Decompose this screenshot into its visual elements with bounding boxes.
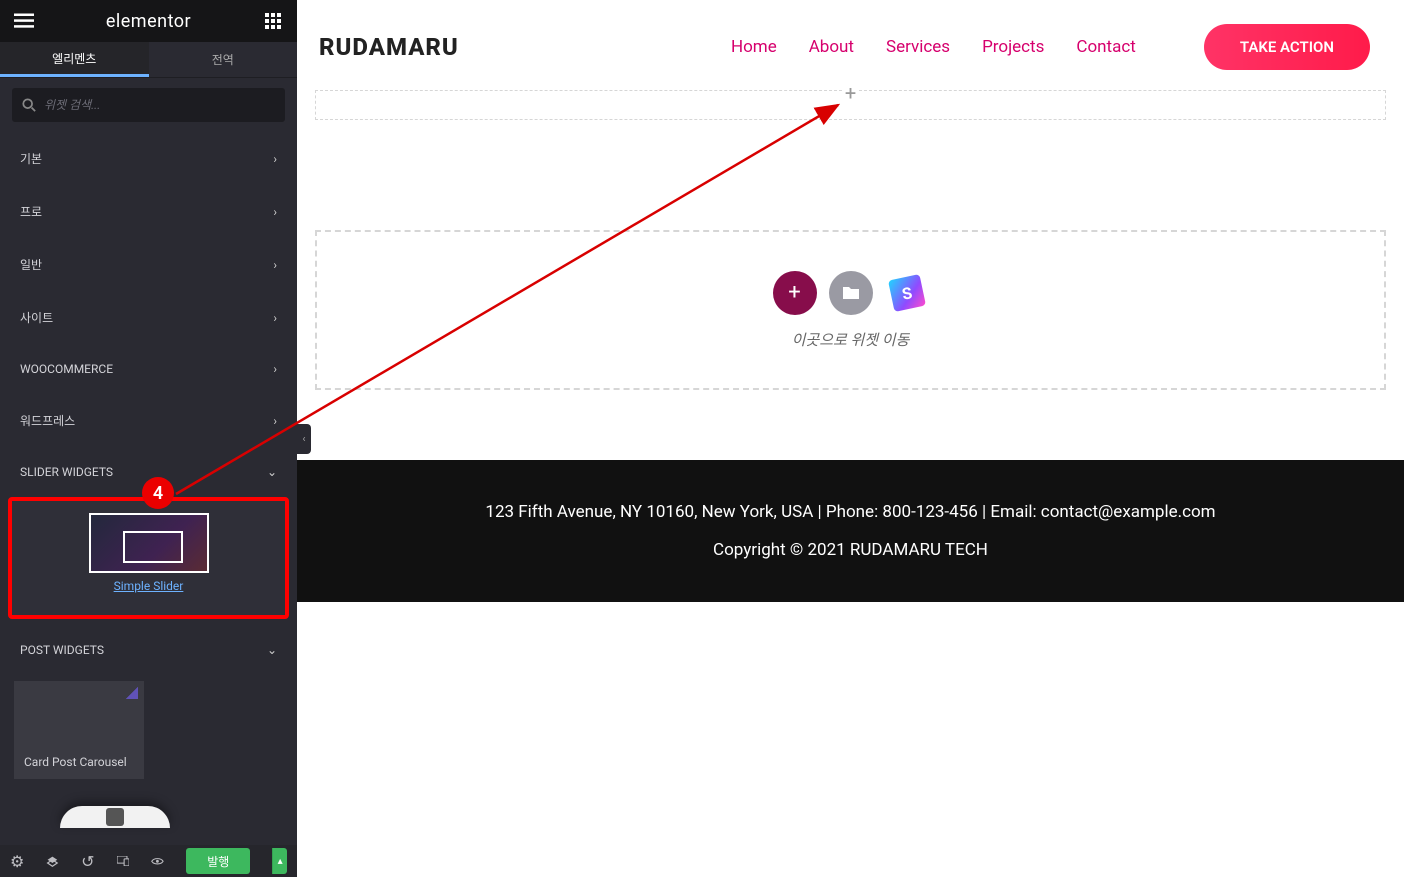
block-s-icon: S bbox=[888, 274, 926, 312]
category-basic[interactable]: 기본› bbox=[0, 132, 297, 185]
section-add-bar[interactable]: + bbox=[315, 90, 1386, 120]
chevron-right-icon: › bbox=[273, 152, 277, 166]
brand-label: elementor bbox=[106, 11, 191, 32]
plus-icon: + bbox=[843, 81, 858, 105]
responsive-mode-icon[interactable] bbox=[117, 853, 130, 869]
drop-area-label: 이곳으로 위젯 이동 bbox=[792, 329, 910, 350]
widget-search[interactable] bbox=[12, 88, 285, 122]
drop-area-actions: + S bbox=[773, 271, 929, 315]
footer-copyright: Copyright © 2021 RUDAMARU TECH bbox=[713, 540, 988, 560]
tab-elements[interactable]: 엘리멘츠 bbox=[0, 42, 149, 77]
sidebar-collapse-handle[interactable]: ‹ bbox=[297, 424, 311, 454]
site-header: RUDAMARU Home About Services Projects Co… bbox=[297, 0, 1404, 80]
step-annotation-badge: 4 bbox=[142, 477, 174, 509]
history-icon[interactable]: ↺ bbox=[81, 853, 94, 869]
category-post-widgets[interactable]: POST WIDGETS⌄ bbox=[0, 625, 297, 675]
apps-grid-icon[interactable] bbox=[263, 13, 283, 29]
sidebar-footer: ⚙ ↺ 발행 ▴ bbox=[0, 845, 297, 877]
add-template-button[interactable] bbox=[829, 271, 873, 315]
chevron-down-icon: ⌄ bbox=[267, 465, 277, 479]
primary-nav: Home About Services Projects Contact TAK… bbox=[731, 24, 1370, 70]
category-wordpress[interactable]: 워드프레스› bbox=[0, 394, 297, 447]
widget-drop-area[interactable]: + S 이곳으로 위젯 이동 bbox=[315, 230, 1386, 390]
category-site[interactable]: 사이트› bbox=[0, 291, 297, 344]
nav-contact[interactable]: Contact bbox=[1076, 37, 1135, 57]
menu-icon[interactable] bbox=[14, 13, 34, 29]
search-input[interactable] bbox=[36, 98, 275, 112]
add-block-button[interactable]: S bbox=[885, 271, 929, 315]
footer-contact-line: 123 Fifth Avenue, NY 10160, New York, US… bbox=[485, 502, 1215, 522]
widget-card-post-carousel[interactable]: Card Post Carousel bbox=[14, 681, 144, 779]
editor-canvas: RUDAMARU Home About Services Projects Co… bbox=[297, 0, 1404, 877]
chevron-right-icon: › bbox=[273, 311, 277, 325]
publish-dropdown[interactable]: ▴ bbox=[272, 848, 287, 874]
panel-handle-icon bbox=[106, 808, 124, 826]
site-logo[interactable]: RUDAMARU bbox=[319, 33, 459, 61]
sidebar-tabs: 엘리멘츠 전역 bbox=[0, 42, 297, 78]
chevron-right-icon: › bbox=[273, 414, 277, 428]
chevron-down-icon: ⌄ bbox=[267, 643, 277, 657]
site-footer: 123 Fifth Avenue, NY 10160, New York, US… bbox=[297, 460, 1404, 602]
category-pro[interactable]: 프로› bbox=[0, 185, 297, 238]
sidebar-header: elementor bbox=[0, 0, 297, 42]
cta-button[interactable]: TAKE ACTION bbox=[1204, 24, 1370, 70]
nav-home[interactable]: Home bbox=[731, 37, 777, 57]
publish-button[interactable]: 발행 bbox=[186, 848, 250, 874]
simple-slider-thumbnail bbox=[89, 513, 209, 573]
nav-services[interactable]: Services bbox=[886, 37, 950, 57]
category-general[interactable]: 일반› bbox=[0, 238, 297, 291]
widget-corner-icon bbox=[126, 687, 138, 699]
navigator-layers-icon[interactable] bbox=[46, 853, 59, 869]
category-woocommerce[interactable]: WOOCOMMERCE› bbox=[0, 344, 297, 394]
chevron-right-icon: › bbox=[273, 205, 277, 219]
widget-simple-slider[interactable]: Simple Slider bbox=[8, 497, 289, 619]
nav-about[interactable]: About bbox=[809, 37, 854, 57]
search-icon bbox=[22, 98, 36, 112]
settings-gear-icon[interactable]: ⚙ bbox=[10, 853, 24, 869]
add-section-button[interactable]: + bbox=[773, 271, 817, 315]
tab-global[interactable]: 전역 bbox=[149, 42, 298, 77]
chevron-right-icon: › bbox=[273, 362, 277, 376]
widget-label: Card Post Carousel bbox=[24, 755, 134, 769]
elementor-sidebar: elementor 엘리멘츠 전역 기본› 프로› 일반› 사이트› WOOCO… bbox=[0, 0, 297, 877]
chevron-right-icon: › bbox=[273, 258, 277, 272]
widget-label: Simple Slider bbox=[22, 579, 275, 593]
nav-projects[interactable]: Projects bbox=[982, 37, 1044, 57]
floating-handle[interactable] bbox=[60, 806, 170, 828]
preview-eye-icon[interactable] bbox=[151, 853, 164, 869]
